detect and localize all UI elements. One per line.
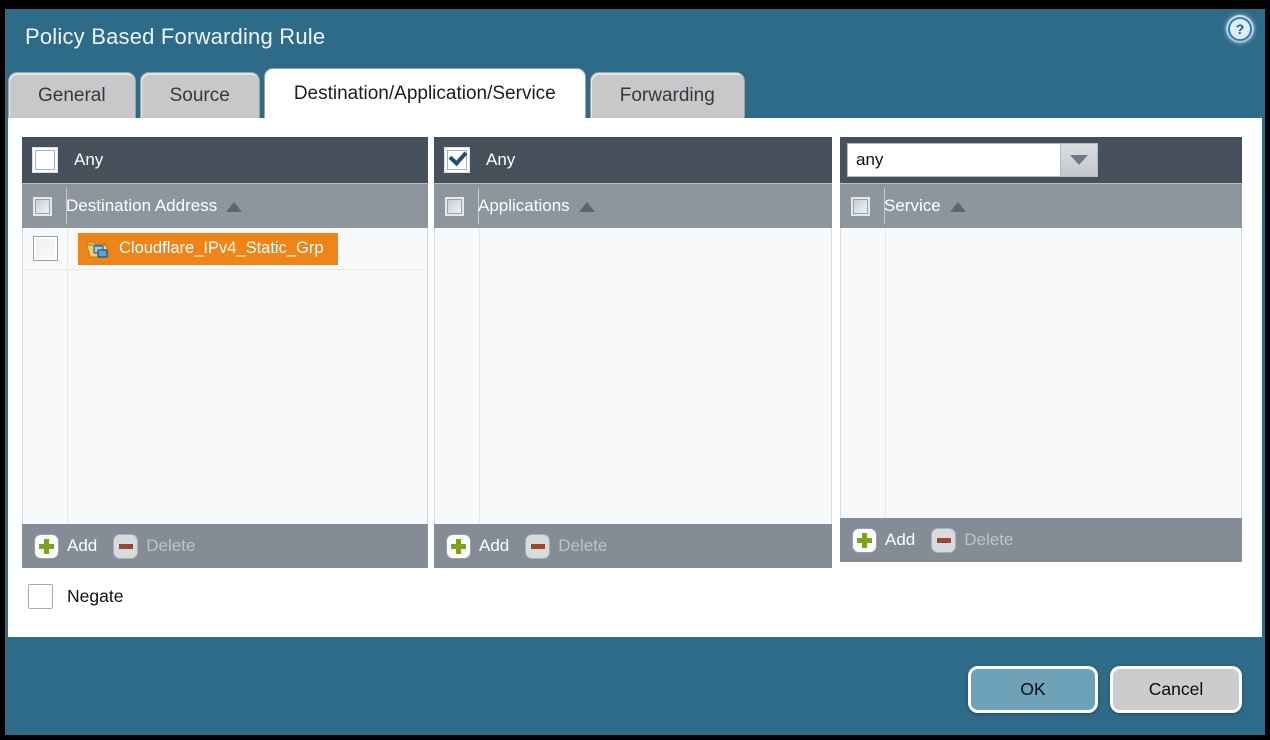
dropdown-button[interactable] [1060,143,1098,177]
add-label: Add [67,536,97,556]
destination-footer-bar: Add Delete [22,524,428,568]
address-group-icon [86,238,111,259]
delete-minus-icon [113,534,138,559]
service-add-button[interactable]: Add [852,528,915,553]
applications-any-bar: Any [434,137,832,183]
service-select-all-checkbox[interactable] [851,197,870,216]
ok-button[interactable]: OK [968,666,1098,713]
negate-label: Negate [67,586,123,607]
delete-label: Delete [146,536,195,556]
service-sort-header[interactable]: Service [884,196,966,216]
tab-source[interactable]: Source [140,72,260,118]
delete-label: Delete [558,536,607,556]
applications-select-all-checkbox[interactable] [445,197,464,216]
destination-any-label: Any [74,150,103,170]
applications-sort-header[interactable]: Applications [478,196,595,216]
help-button[interactable]: ? [1226,15,1254,43]
cancel-button[interactable]: Cancel [1110,666,1242,713]
add-label: Add [479,536,509,556]
delete-minus-icon [931,528,956,553]
applications-delete-button[interactable]: Delete [525,534,607,559]
policy-based-forwarding-dialog: Policy Based Forwarding Rule ? General S… [5,9,1265,735]
row-checkbox[interactable] [33,236,58,261]
tab-destination-application-service[interactable]: Destination/Application/Service [264,68,586,118]
sort-ascending-icon [226,202,242,212]
service-delete-button[interactable]: Delete [931,528,1013,553]
negate-option: Negate [28,584,123,609]
address-group-label: Cloudflare_IPv4_Static_Grp [119,239,324,258]
add-plus-icon [34,534,59,559]
service-type-value: any [847,143,1060,177]
applications-column: Any Applications Add Delete [434,137,832,568]
destination-any-checkbox[interactable] [32,147,58,173]
applications-any-label: Any [486,150,515,170]
add-label: Add [885,530,915,550]
add-plus-icon [446,534,471,559]
service-list [840,228,1242,518]
destination-delete-button[interactable]: Delete [113,534,195,559]
address-group-item[interactable]: Cloudflare_IPv4_Static_Grp [78,233,338,265]
destination-address-column: Any Destination Address [22,137,428,568]
table-row: Cloudflare_IPv4_Static_Grp [23,228,427,270]
sort-ascending-icon [579,202,595,212]
service-type-dropdown[interactable]: any [847,143,1098,177]
chevron-down-icon [1070,155,1088,165]
service-column: any Service Add [840,137,1242,562]
applications-footer-bar: Add Delete [434,524,832,568]
destination-select-all-checkbox[interactable] [33,197,52,216]
service-dropdown-bar: any [840,137,1242,183]
applications-header-label: Applications [478,196,570,216]
applications-column-header: Applications [434,183,832,228]
delete-label: Delete [964,530,1013,550]
destination-any-bar: Any [22,137,428,183]
sort-ascending-icon [950,202,966,212]
delete-minus-icon [525,534,550,559]
destination-add-button[interactable]: Add [34,534,97,559]
service-header-label: Service [884,196,941,216]
destination-column-header: Destination Address [22,183,428,228]
dialog-title: Policy Based Forwarding Rule [25,24,325,50]
applications-list [434,228,832,524]
applications-add-button[interactable]: Add [446,534,509,559]
service-footer-bar: Add Delete [840,518,1242,562]
destination-header-label: Destination Address [66,196,217,216]
destination-list: Cloudflare_IPv4_Static_Grp [22,228,428,524]
negate-checkbox[interactable] [28,584,53,609]
service-column-header: Service [840,183,1242,228]
tab-content-panel: Any Destination Address [8,118,1262,637]
tab-general[interactable]: General [8,72,136,118]
destination-sort-header[interactable]: Destination Address [66,196,242,216]
tab-forwarding[interactable]: Forwarding [590,72,745,118]
add-plus-icon [852,528,877,553]
help-icon: ? [1228,17,1252,41]
tab-bar: General Source Destination/Application/S… [8,68,745,118]
applications-any-checkbox[interactable] [444,147,470,173]
